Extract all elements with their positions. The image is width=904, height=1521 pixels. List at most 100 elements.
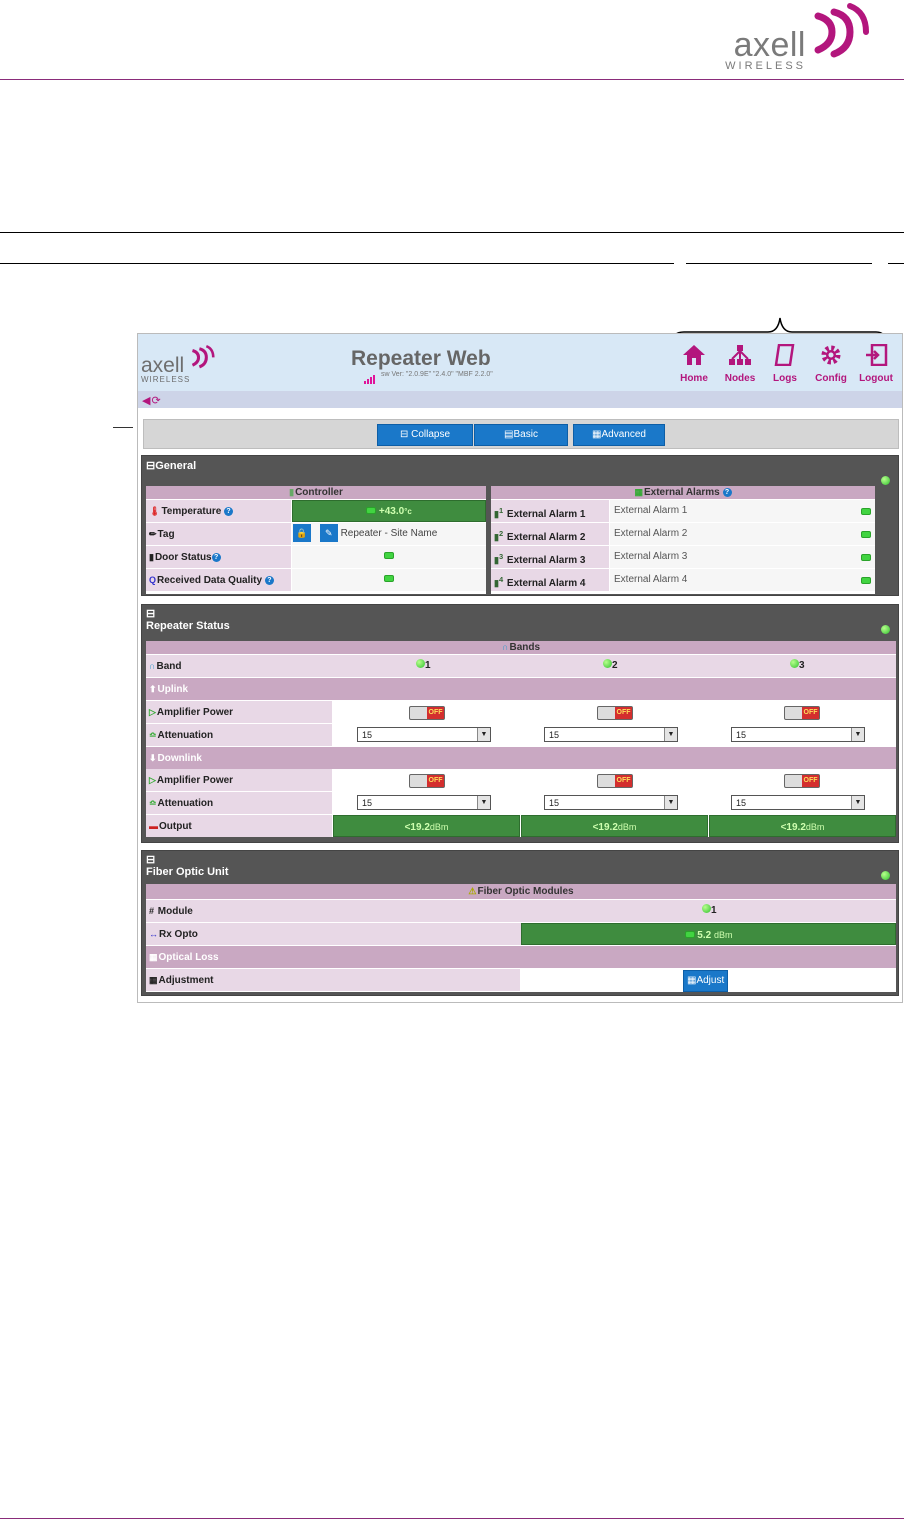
- uplink-group: ⬆Uplink: [146, 678, 896, 700]
- repeater-title[interactable]: ⊟ Repeater Status: [142, 605, 898, 635]
- nav-logout[interactable]: Logout: [855, 343, 897, 384]
- module-1: 1: [702, 900, 732, 922]
- rx-value: 5.2 dBm: [521, 923, 896, 945]
- alarm-row: ▮2 External Alarm 2 External Alarm 2: [491, 523, 875, 545]
- alarm-value: External Alarm 4: [610, 569, 875, 591]
- app-title: Repeater Web: [351, 347, 491, 370]
- amp-toggle[interactable]: OFF: [597, 774, 633, 788]
- attenuation-select[interactable]: 15 ▼: [544, 727, 678, 742]
- output-value: <19.2dBm: [333, 815, 520, 837]
- nav-home[interactable]: Home: [673, 344, 715, 384]
- att-label: ≏Attenuation: [146, 792, 332, 814]
- general-title[interactable]: ⊟General: [142, 456, 898, 475]
- nav-logout-label: Logout: [859, 373, 893, 384]
- logs-icon: [774, 343, 795, 367]
- back-icon[interactable]: ◀: [142, 395, 150, 407]
- band-1: 1: [416, 655, 446, 677]
- advanced-button[interactable]: ▦Advanced: [573, 424, 665, 446]
- alarms-header: ▦External Alarms ?: [491, 486, 875, 499]
- rdq-status-led: [292, 569, 486, 591]
- module-row: # Module 1: [146, 900, 896, 922]
- nodes-icon: [729, 345, 751, 365]
- band-label: ∩Band: [146, 655, 332, 677]
- attenuation-select[interactable]: 15 ▼: [544, 795, 678, 810]
- downlink-group: ⬇Downlink: [146, 747, 896, 769]
- amp-toggle[interactable]: OFF: [784, 706, 820, 720]
- alarm-value: External Alarm 3: [610, 546, 875, 568]
- attenuation-select[interactable]: 15 ▼: [731, 795, 865, 810]
- amp-toggle[interactable]: OFF: [409, 706, 445, 720]
- alarm-value: External Alarm 1: [610, 500, 875, 522]
- divider: [0, 263, 674, 264]
- attenuation-select[interactable]: 15 ▼: [357, 795, 491, 810]
- door-status-led: [292, 546, 486, 568]
- logout-icon: [866, 343, 888, 367]
- fiber-table: ⚠Fiber Optic Modules # Module 1 ↔Rx Opto…: [146, 884, 896, 992]
- rdq-label: QReceived Data Quality ?: [146, 569, 291, 591]
- downlink-att-row: ≏Attenuation 15 ▼ 15 ▼ 15 ▼: [146, 792, 896, 814]
- temperature-label: 🌡Temperature ?: [146, 500, 291, 522]
- uplink-att-row: ≏Attenuation 15 ▼ 15 ▼ 15 ▼: [146, 724, 896, 746]
- alarm-row: ▮4 External Alarm 4 External Alarm 4: [491, 569, 875, 591]
- app-logo-mark: [189, 344, 215, 375]
- attenuation-select[interactable]: 15 ▼: [731, 727, 865, 742]
- edit-icon[interactable]: ✎: [319, 524, 338, 543]
- controller-table: ▮Controller 🌡Temperature ? +43.0°c ✏Tag …: [146, 486, 486, 594]
- refresh-icon[interactable]: ⟳: [151, 395, 160, 407]
- external-alarms-table: ▦External Alarms ? ▮1 External Alarm 1 E…: [491, 486, 875, 594]
- alarm-row: ▮3 External Alarm 3 External Alarm 3: [491, 546, 875, 568]
- divider: [0, 232, 904, 233]
- band-row: ∩Band 1 2 3: [146, 655, 896, 677]
- nav-config[interactable]: Config: [810, 344, 852, 384]
- help-icon[interactable]: ?: [264, 575, 274, 585]
- repeater-table: ∩Bands ∩Band 1 2 3 ⬆Uplink ▷Amplifier Po…: [146, 641, 896, 837]
- adjust-button[interactable]: ▦Adjust: [683, 970, 729, 992]
- alarm-label: ▮1 External Alarm 1: [491, 500, 609, 522]
- adjust-row: ▦Adjustment ▦Adjust: [146, 969, 896, 992]
- bands-header: ∩Bands: [146, 641, 896, 654]
- nav-config-label: Config: [815, 373, 847, 384]
- amp-toggle[interactable]: OFF: [597, 706, 633, 720]
- amp-label: ▷Amplifier Power: [146, 769, 332, 791]
- help-icon[interactable]: ?: [211, 552, 221, 562]
- help-icon[interactable]: ?: [722, 487, 732, 497]
- alarm-label: ▮2 External Alarm 2: [491, 523, 609, 545]
- fiber-optic-panel: ⊟ Fiber Optic Unit ⚠Fiber Optic Modules #…: [141, 850, 899, 996]
- optical-loss-group: ▦Optical Loss: [146, 946, 896, 968]
- amp-toggle[interactable]: OFF: [409, 774, 445, 788]
- app-version: sw Ver: "2.0.9E" "2.4.0" "MBF 2.2.0": [381, 371, 493, 378]
- lock-icon[interactable]: 🔒: [293, 524, 311, 543]
- brand-logo-sub: WIRELESS: [725, 60, 806, 72]
- output-value: <19.2dBm: [709, 815, 896, 837]
- repeater-status-led: [881, 625, 890, 634]
- rx-row: ↔Rx Opto 5.2 dBm: [146, 923, 896, 945]
- band-3: 3: [790, 655, 820, 677]
- nav-nodes[interactable]: Nodes: [719, 344, 761, 384]
- nav-logs[interactable]: Logs: [764, 343, 806, 384]
- callout-line: [113, 427, 133, 428]
- tag-row: ✏Tag 🔒 ✎ Repeater - Site Name: [146, 523, 486, 545]
- basic-button[interactable]: ▤Basic: [474, 424, 568, 446]
- amp-toggle[interactable]: OFF: [784, 774, 820, 788]
- alarm-value: External Alarm 2: [610, 523, 875, 545]
- attenuation-select[interactable]: 15 ▼: [357, 727, 491, 742]
- band-2: 2: [603, 655, 633, 677]
- general-status-led: [881, 476, 890, 485]
- door-row: ▮Door Status?: [146, 546, 486, 568]
- collapse-button[interactable]: ⊟ Collapse: [377, 424, 473, 446]
- app-topbar: axell WIRELESS Repeater Web sw Ver: "2.0…: [138, 334, 902, 391]
- alarm-row: ▮1 External Alarm 1 External Alarm 1: [491, 500, 875, 522]
- footer-rule: [0, 1518, 904, 1519]
- general-panel: ⊟General ▮Controller 🌡Temperature ? +43.…: [141, 455, 899, 596]
- output-label: ▬Output: [146, 815, 332, 837]
- amp-label: ▷Amplifier Power: [146, 701, 332, 723]
- tag-value-cell: 🔒 ✎ Repeater - Site Name: [292, 523, 486, 545]
- rx-label: ↔Rx Opto: [146, 923, 520, 945]
- output-row: ▬Output <19.2dBm <19.2dBm <19.2dBm: [146, 815, 896, 837]
- tag-label: ✏Tag: [146, 523, 291, 545]
- help-icon[interactable]: ?: [224, 506, 234, 516]
- divider: [686, 263, 872, 264]
- brand-logo-mark: [810, 2, 870, 65]
- repeater-web-screenshot: axell WIRELESS Repeater Web sw Ver: "2.0…: [137, 333, 903, 1003]
- fiber-title[interactable]: ⊟ Fiber Optic Unit: [142, 851, 898, 881]
